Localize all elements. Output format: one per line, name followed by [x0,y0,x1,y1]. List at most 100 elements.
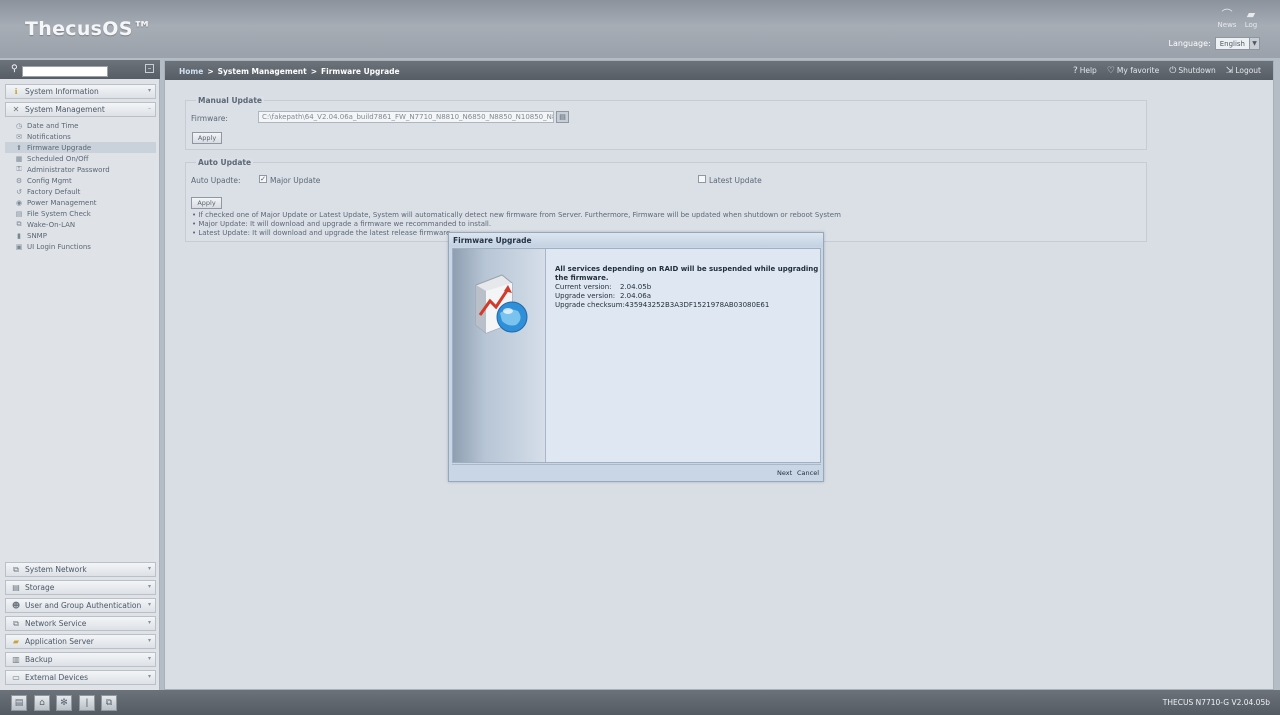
language-selector: Language: English ▼ [1169,37,1260,50]
sidebar-item-notifications[interactable]: ✉ Notifications [14,131,156,142]
top-toolbar: ? Help ♡ My favorite ⏻ Shutdown ⇲ Logout [1073,66,1261,76]
cancel-button[interactable]: Cancel [797,469,819,477]
firmware-icon: ⬆ [16,143,22,152]
app-server-icon: ▰ [12,636,20,646]
sidebar-item-system-network[interactable]: ⧉ System Network ▾ [5,562,156,577]
disk-icon: ▤ [14,698,24,708]
sidebar-item-label: System Network [25,565,87,574]
auto-update-label: Auto Upadte: [191,176,241,185]
sidebar-item-storage[interactable]: ▤ Storage ▾ [5,580,156,595]
search-icon: ⚲ [11,64,18,74]
sidebar-item-ui-login-functions[interactable]: ▣ UI Login Functions [14,241,156,252]
major-update-checkbox[interactable]: ✓ [259,175,267,183]
chat-icon: ▰ [1246,8,1256,21]
note-text: If checked one of Major Update or Latest… [198,211,841,219]
sidebar-item-scheduled-on-off[interactable]: ▦ Scheduled On/Off [14,153,156,164]
sidebar-item-external-devices[interactable]: ▭ External Devices ▾ [5,670,156,685]
dialog-title: Firmware Upgrade [449,233,823,247]
chevron-down-icon: ▾ [147,87,151,94]
sidebar-item-label: System Information [25,87,99,96]
temperature-status-button[interactable]: ǀ [79,695,95,711]
sidebar-item-factory-default[interactable]: ↺ Factory Default [14,186,156,197]
breadcrumb-page: Firmware Upgrade [321,67,400,76]
breadcrumb-home[interactable]: Home [179,67,203,76]
disk-status-button[interactable]: ▤ [11,695,27,711]
calendar-icon: ▦ [15,154,23,163]
sidebar-item-config-mgmt[interactable]: ⚙ Config Mgmt [14,175,156,186]
language-select[interactable]: English ▼ [1214,37,1260,50]
help-icon: ? [1072,66,1078,76]
browse-file-button[interactable]: ▤ [556,111,569,123]
sidebar-item-firmware-upgrade[interactable]: ⬆ Firmware Upgrade [5,142,156,153]
manual-apply-button[interactable]: Apply [192,132,222,144]
log-button[interactable]: ▰ Log [1241,8,1261,30]
dialog-side-panel [453,249,546,462]
sidebar-item-system-management[interactable]: ✕ System Management – [5,102,156,117]
sidebar-item-label: System Management [25,105,105,114]
sidebar-item-label: File System Check [27,209,91,218]
next-button[interactable]: Next [777,469,792,477]
manual-update-section [185,100,1147,150]
major-update-label: Major Update [270,176,321,185]
sidebar-item-administrator-password[interactable]: ⚿ Administrator Password [14,164,156,175]
network-status-button[interactable]: ⧉ [101,695,117,711]
logout-button[interactable]: ⇲ Logout [1226,66,1261,76]
news-button[interactable]: ⌒ News [1217,9,1237,30]
language-label: Language: [1168,39,1211,48]
sidebar-item-label: UI Login Functions [27,242,91,251]
note-text: Latest Update: It will download and upgr… [198,229,451,237]
sidebar-item-label: Backup [25,655,53,664]
main-toolbar-bar: Home > System Management > Firmware Upgr… [165,61,1273,80]
sidebar-item-wake-on-lan[interactable]: ⧉ Wake-On-LAN [14,219,156,230]
firmware-label: Firmware: [191,114,228,123]
mail-icon: ✉ [16,132,22,141]
chevron-down-icon[interactable]: ▼ [1249,38,1259,49]
fan-status-button[interactable]: ✻ [56,695,72,711]
sidebar-item-user-and-group-authentication[interactable]: ☻ User and Group Authentication ▾ [5,598,156,613]
upgrade-checksum-row: Upgrade checksum:435943252B3A3DF1521978A… [555,301,820,310]
sidebar-item-file-system-check[interactable]: ▤ File System Check [14,208,156,219]
dialog-body: All services depending on RAID will be s… [452,248,821,463]
sidebar-item-power-management[interactable]: ◉ Power Management [14,197,156,208]
sidebar-item-date-and-time[interactable]: ◷ Date and Time [14,120,156,131]
dialog-content: All services depending on RAID will be s… [555,265,820,310]
backup-icon: ▥ [12,654,20,664]
sidebar-item-label: SNMP [27,231,47,240]
sidebar-item-system-information[interactable]: ℹ System Information ▾ [5,84,156,99]
service-icon: ⧉ [13,618,19,628]
sidebar-item-backup[interactable]: ▥ Backup ▾ [5,652,156,667]
sidebar-item-label: Network Service [25,619,87,628]
collapse-sidebar-button[interactable]: – [145,64,154,73]
firmware-upgrade-icon [475,274,528,334]
my-favorite-button[interactable]: ♡ My favorite [1107,66,1159,76]
log-label: Log [1244,21,1258,29]
chevron-down-icon: ▾ [147,637,151,644]
latest-update-checkbox[interactable] [698,175,706,183]
reset-icon: ↺ [16,187,22,196]
sidebar-item-application-server[interactable]: ▰ Application Server ▾ [5,634,156,649]
sidebar-item-label: External Devices [25,673,89,682]
search-input[interactable] [22,66,108,77]
note-text: Major Update: It will download and upgra… [198,220,492,228]
sidebar-item-network-service[interactable]: ⧉ Network Service ▾ [5,616,156,631]
sidebar-item-label: Wake-On-LAN [27,220,76,229]
sidebar: ⚲ – ℹ System Information ▾ ✕ System Mana… [0,60,160,690]
power-icon: ◉ [15,198,23,207]
shutdown-button[interactable]: ⏻ Shutdown [1169,66,1216,76]
help-button[interactable]: ? Help [1073,66,1097,76]
auto-update-note: • If checked one of Major Update or Late… [192,211,841,219]
header: ThecusOS™ ⌒ News ▰ Log Language: English… [0,0,1280,58]
home-status-button[interactable]: ⌂ [34,695,50,711]
firmware-upgrade-dialog: Firmware Upgrade All services depending … [448,232,824,482]
current-version-value: 2.04.05b [620,283,652,291]
upgrade-version-label: Upgrade version: [555,292,616,300]
firmware-file-input[interactable]: C:\fakepath\64_V2.04.06a_build7861_FW_N7… [258,111,554,123]
fan-icon: ✻ [60,698,68,708]
breadcrumb-separator: > [207,67,214,76]
app-logo: ThecusOS™ [25,18,153,40]
thermometer-icon: ǀ [85,698,89,708]
auto-apply-button[interactable]: Apply [191,197,222,209]
language-value: English [1219,39,1245,48]
sidebar-item-snmp[interactable]: ▮ SNMP [14,230,156,241]
heart-icon: ♡ [1106,66,1115,76]
